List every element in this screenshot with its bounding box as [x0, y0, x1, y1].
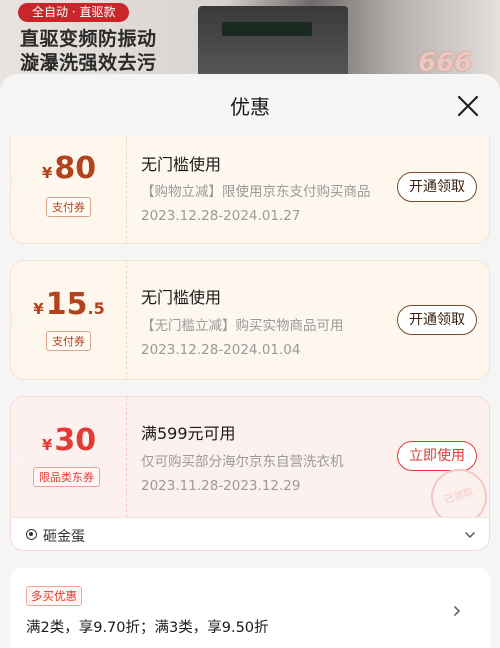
- coupon-amount-area: ¥15.5 支付券: [11, 261, 127, 379]
- currency-symbol: ¥: [41, 436, 53, 454]
- close-button[interactable]: [452, 90, 484, 122]
- sheet-header: 优惠: [0, 74, 500, 136]
- banner-badge: 全自动 · 直驱款: [18, 3, 130, 22]
- close-icon: [457, 95, 479, 117]
- amount-value: 15: [45, 287, 88, 322]
- sheet-title: 优惠: [230, 95, 270, 119]
- coupon-title: 满599元可用: [141, 424, 236, 443]
- coupon-description: 【无门槛立减】购买实物商品可用: [141, 318, 344, 334]
- washer-control-panel: [222, 22, 312, 36]
- coupon-amount-area: ¥30 限品类东券: [11, 397, 127, 517]
- coupon-amount: ¥80: [11, 151, 127, 186]
- golden-egg-label: 砸金蛋: [43, 529, 85, 545]
- coupon-amount: ¥15.5: [11, 287, 127, 322]
- coupon-title: 无门槛使用: [141, 288, 222, 307]
- amount-value: 30: [54, 423, 97, 458]
- chevron-down-icon: [465, 532, 475, 539]
- egg-icon: [26, 529, 37, 540]
- coupon-validity: 2023.11.28-2023.12.29: [141, 478, 301, 494]
- coupon-type-tag: 支付券: [46, 197, 91, 217]
- currency-symbol: ¥: [33, 300, 44, 318]
- multi-buy-text: 满2类，享9.70折；满3类，享9.50折: [26, 620, 269, 636]
- coupon-title: 无门槛使用: [141, 155, 222, 174]
- activate-claim-button[interactable]: 开通领取: [397, 305, 477, 335]
- golden-egg-row[interactable]: 砸金蛋: [11, 517, 489, 550]
- coupon-validity: 2023.12.28-2024.01.04: [141, 342, 301, 358]
- amount-decimal: .5: [87, 299, 105, 318]
- coupon-sheet: 优惠 ¥80 支付券 无门槛使用 【购物立减】限使用京东支付购买商品 2023.…: [0, 74, 500, 648]
- multi-buy-tag: 多买优惠: [26, 586, 82, 606]
- coupon-card: ¥15.5 支付券 无门槛使用 【无门槛立减】购买实物商品可用 2023.12.…: [10, 260, 490, 380]
- coupon-type-tag: 支付券: [46, 331, 91, 351]
- coupon-description: 仅可购买部分海尔京东自营洗衣机: [141, 454, 344, 470]
- activate-claim-button[interactable]: 开通领取: [397, 172, 477, 202]
- currency-symbol: ¥: [41, 164, 53, 182]
- amount-value: 80: [54, 151, 97, 186]
- banner-subheadline: 漩瀑洗强效去污: [20, 52, 157, 74]
- coupon-type-tag: 限品类东券: [33, 467, 100, 487]
- coupon-card: ¥30 限品类东券 满599元可用 仅可购买部分海尔京东自营洗衣机 2023.1…: [10, 396, 490, 551]
- use-now-button[interactable]: 立即使用: [397, 441, 477, 471]
- coupon-amount: ¥30: [11, 423, 127, 458]
- multi-buy-offer[interactable]: 多买优惠 满2类，享9.70折；满3类，享9.50折: [10, 568, 490, 648]
- coupon-description: 【购物立减】限使用京东支付购买商品: [141, 184, 371, 200]
- banner-headline: 直驱变频防振动: [20, 28, 157, 50]
- coupon-validity: 2023.12.28-2024.01.27: [141, 208, 301, 224]
- chevron-right-icon: [454, 606, 461, 616]
